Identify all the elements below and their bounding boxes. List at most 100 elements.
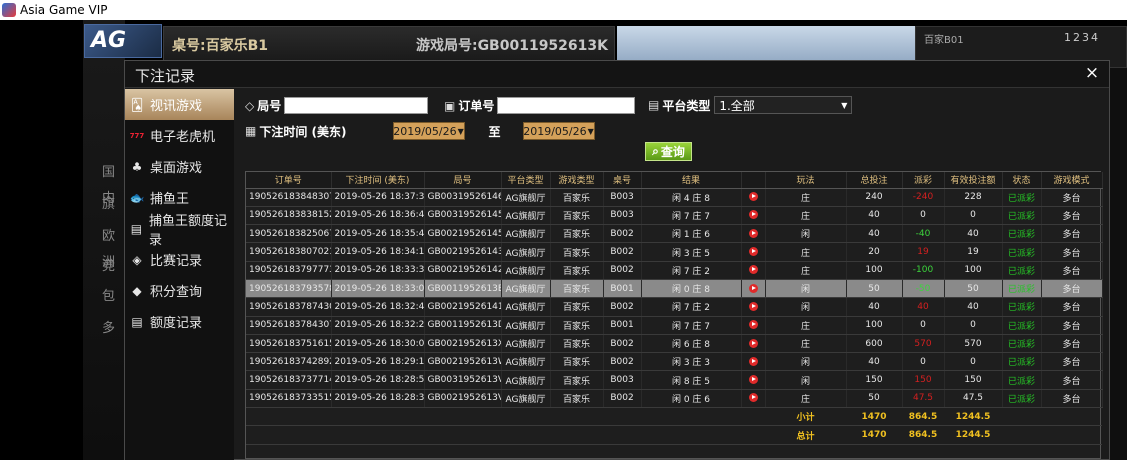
total-bet-cell: 50 (846, 279, 903, 299)
total-bet-cell: 40 (846, 297, 903, 317)
replay-cell[interactable] (741, 224, 766, 244)
column-header: 玩法 (765, 172, 847, 189)
total-bet-cell: 240 (846, 188, 903, 207)
replay-cell[interactable] (741, 261, 766, 280)
record-content: ◇ 局号 ▣ 订单号 ▤ 平台类型 1.全部 ▼ ▦ 下注时间 (美东) 201… (234, 89, 1109, 459)
table-row[interactable]: 190526183838152 2019-05-26 18:36:44 GB0031… (246, 206, 1103, 226)
clipboard-icon: ▣ (444, 98, 456, 113)
ag-logo: AG (84, 24, 162, 58)
play-video-icon[interactable] (748, 393, 758, 403)
menu-item[interactable]: 🂡 视讯游戏 (125, 89, 234, 120)
play-video-icon[interactable] (748, 338, 758, 348)
play-video-icon[interactable] (748, 320, 758, 330)
replay-cell[interactable] (741, 188, 766, 207)
document-icon: ▤ (130, 221, 143, 236)
play-video-icon[interactable] (748, 192, 758, 202)
menu-item[interactable]: ♣ 桌面游戏 (125, 151, 234, 182)
valid-bet-cell: 0 (944, 352, 1003, 372)
platform-label: 平台类型 (662, 98, 711, 113)
close-icon[interactable]: × (1083, 64, 1101, 82)
modal-header: 下注记录 × (125, 61, 1109, 88)
replay-cell[interactable] (741, 297, 766, 317)
menu-item[interactable]: ▤ 额度记录 (125, 306, 234, 337)
play-video-icon[interactable] (748, 283, 758, 293)
game-stage: AG 桌号:百家乐B1 游戏局号:GB0011952613K 百家B01 123… (0, 20, 1127, 460)
round-input[interactable] (284, 97, 429, 114)
menu-item[interactable]: ▤ 捕鱼王额度记录 (125, 213, 234, 248)
game-type-cell: 百家乐 (550, 224, 604, 244)
order-input[interactable] (497, 97, 636, 114)
background-side-item: 多 (102, 321, 116, 336)
platform-cell: AG旗舰厅 (501, 261, 551, 280)
bet-time-cell: 2019-05-26 18:30:00 (331, 334, 425, 354)
menu-item[interactable]: 🐟 捕鱼王 (125, 182, 234, 213)
menu-item[interactable]: ◈ 比赛记录 (125, 244, 234, 275)
replay-cell[interactable] (741, 389, 766, 409)
column-header: 订单号 (246, 172, 332, 189)
to-label: 至 (488, 124, 501, 139)
platform-cell: AG旗舰厅 (501, 242, 551, 262)
play-video-icon[interactable] (748, 247, 758, 257)
menu-item[interactable]: 777 电子老虎机 (125, 120, 234, 151)
table-game-icon: ♣ (131, 159, 143, 174)
game-type-cell: 百家乐 (550, 334, 604, 354)
game-mode-cell: 多台 (1041, 188, 1103, 207)
table-row[interactable]: 190526183825067 2019-05-26 18:35:40 GB0021… (246, 224, 1103, 244)
round-id-cell: GB00219526143 (424, 242, 502, 262)
table-row[interactable]: 190526183737714 2019-05-26 18:28:53 GB0031… (246, 370, 1103, 390)
total-bet-cell: 40 (846, 224, 903, 244)
bet-type-cell: 闲 (765, 279, 847, 299)
table-row[interactable]: 190526183742892 2019-05-26 18:29:16 GB0021… (246, 352, 1103, 372)
play-video-icon[interactable] (748, 375, 758, 385)
replay-cell[interactable] (741, 334, 766, 354)
platform-cell: AG旗舰厅 (501, 370, 551, 390)
total-bet-cell: 150 (846, 370, 903, 390)
replay-cell[interactable] (741, 206, 766, 226)
table-id-cell: B001 (603, 279, 642, 299)
replay-cell[interactable] (741, 370, 766, 390)
total-bet-cell: 20 (846, 242, 903, 262)
chevron-down-icon: ▼ (587, 126, 594, 136)
total-bet-cell: 100 (846, 316, 903, 335)
table-id-cell: B002 (603, 389, 642, 409)
result-cell: 闲 8 庄 5 (641, 370, 742, 390)
result-cell: 闲 7 庄 2 (641, 261, 742, 280)
valid-bet-cell: 228 (944, 188, 1003, 207)
play-video-icon[interactable] (748, 210, 758, 220)
background-side-item: 竞 (102, 259, 116, 274)
platform-select[interactable]: 1.全部 ▼ (714, 96, 853, 114)
table-row[interactable]: 190526183848307 2019-05-26 18:37:31 GB0031… (246, 188, 1103, 207)
result-cell: 闲 3 庄 3 (641, 352, 742, 372)
replay-cell[interactable] (741, 352, 766, 372)
menu-item[interactable]: ◆ 积分查询 (125, 275, 234, 306)
play-video-icon[interactable] (748, 356, 758, 366)
date-from-picker[interactable]: 2019/05/26 ▼ (392, 122, 465, 140)
query-button[interactable]: ⌕ 查询 (645, 142, 692, 161)
status-cell: 已派彩 (1002, 242, 1042, 262)
table-row[interactable]: 190526183751615 2019-05-26 18:30:00 GB0021… (246, 334, 1103, 354)
game-mode-cell: 多台 (1041, 297, 1103, 317)
table-row[interactable]: 190526183733515 2019-05-26 18:28:32 GB0021… (246, 389, 1103, 409)
game-type-cell: 百家乐 (550, 370, 604, 390)
table-row[interactable]: 190526183807021 2019-05-26 18:34:14 GB0021… (246, 242, 1103, 262)
table-id-cell: B003 (603, 206, 642, 226)
date-to-picker[interactable]: 2019/05/26 ▼ (522, 122, 595, 140)
table-row[interactable]: 190526183787430 2019-05-26 18:32:44 GB0021… (246, 297, 1103, 317)
table-row[interactable]: 190526183797773 2019-05-26 18:33:32 GB0021… (246, 261, 1103, 280)
background-side-item: 国内 (102, 165, 116, 206)
play-video-icon[interactable] (748, 301, 758, 311)
payout-cell: 47.5 (902, 389, 945, 409)
valid-bet-cell: 47.5 (944, 389, 1003, 409)
table-row[interactable]: 190526183784307 2019-05-26 18:32:25 GB0011… (246, 316, 1103, 335)
replay-cell[interactable] (741, 242, 766, 262)
table-id-cell: B002 (603, 242, 642, 262)
game-mode-cell: 多台 (1041, 261, 1103, 280)
replay-cell[interactable] (741, 316, 766, 335)
table-row[interactable]: 190526183793578 2019-05-26 18:33:09 GB0011… (246, 279, 1103, 299)
bet-time-cell: 2019-05-26 18:35:40 (331, 224, 425, 244)
play-video-icon[interactable] (748, 228, 758, 238)
order-label: 订单号 (458, 99, 495, 113)
play-video-icon[interactable] (748, 265, 758, 275)
round-id-cell: GB0021952613W (424, 352, 502, 372)
replay-cell[interactable] (741, 279, 766, 299)
